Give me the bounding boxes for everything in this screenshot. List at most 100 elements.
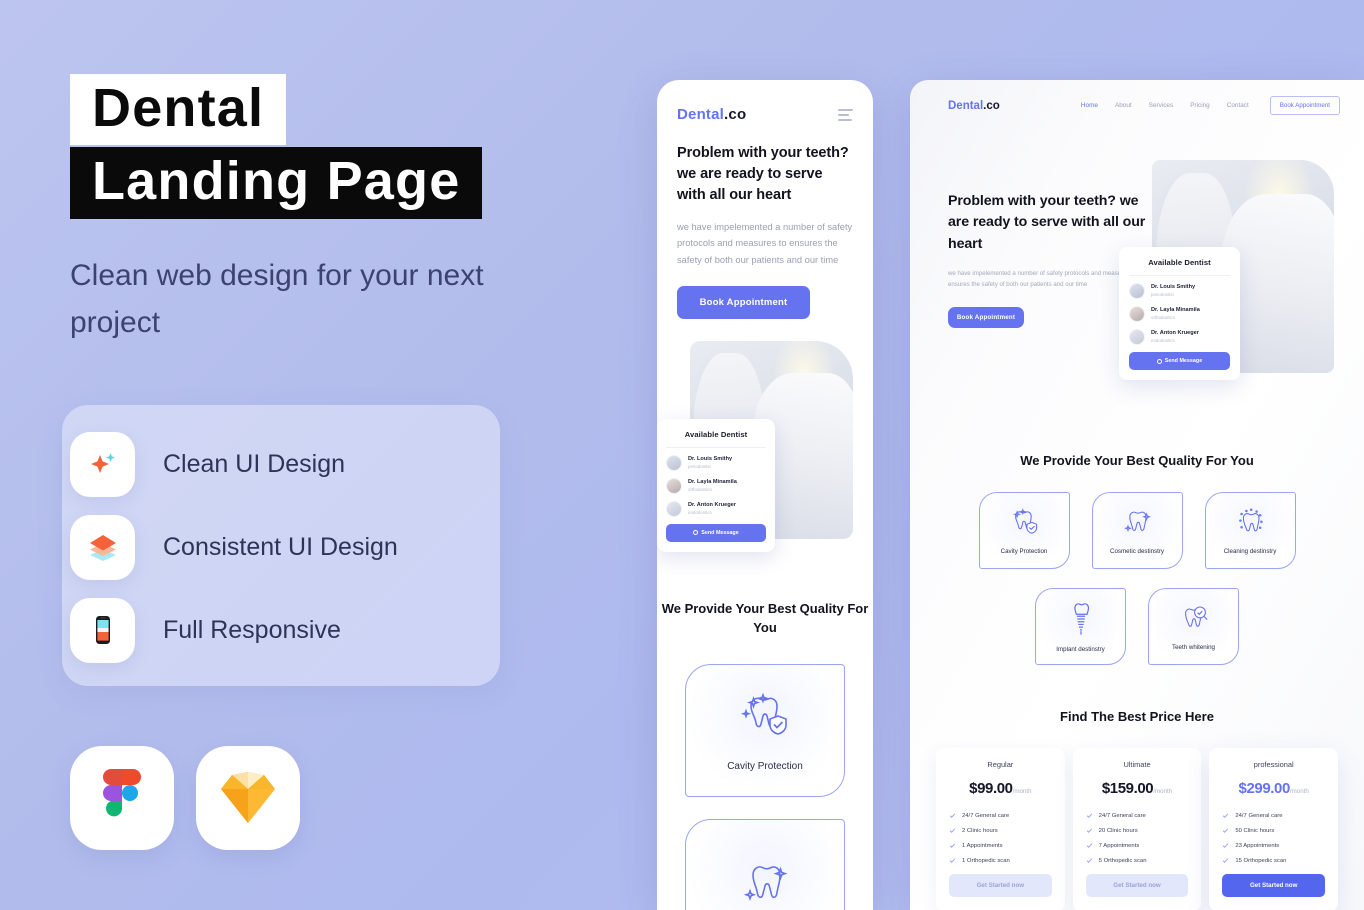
avatar	[1129, 283, 1145, 299]
dentist-name: Dr. Anton Krueger	[688, 501, 736, 508]
dentist-list-item[interactable]: Dr. Anton Krueger endodontics	[666, 500, 766, 517]
plan-feature: 15 Orthopedic scan	[1222, 857, 1325, 864]
plan-features: 24/7 General care 20 Clinic hours 7 Appo…	[1086, 812, 1189, 864]
plan-feature: 5 Orthopedic scan	[1086, 857, 1189, 864]
desktop-hero: Problem with your teeth? we are ready to…	[910, 115, 1364, 445]
check-icon	[949, 858, 956, 863]
check-icon	[1086, 828, 1092, 833]
plan-features: 24/7 General care 50 Clinic hours 23 App…	[1222, 812, 1325, 864]
plan-feature-text: 24/7 General care	[962, 812, 1010, 819]
check-icon	[1223, 813, 1229, 818]
hero-paragraph: we have impelemented a number of safety …	[948, 269, 1137, 289]
tooth-sparkle-icon	[735, 857, 795, 910]
tool-logos	[70, 746, 300, 850]
service-label: Cosmetic destinstry	[1110, 548, 1164, 555]
plan-feature-text: 20 Clinic hours	[1098, 827, 1138, 834]
check-icon	[1223, 828, 1229, 833]
avatar	[666, 500, 682, 517]
plan-features: 24/7 General care 2 Clinic hours 1 Appoi…	[949, 812, 1052, 864]
dentist-list-item[interactable]: Dr. Anton Krueger endodontics	[1129, 329, 1230, 345]
send-message-button[interactable]: Send Message	[1129, 352, 1230, 370]
check-icon	[949, 828, 956, 833]
plan-feature: 1 Appointments	[949, 842, 1052, 849]
book-appointment-button[interactable]: Book Appointment	[948, 307, 1024, 329]
service-card-cavity-protection[interactable]: Cavity Protection	[978, 492, 1070, 569]
brand-logo[interactable]: Dental.co	[677, 106, 746, 123]
plan-name: professional	[1253, 760, 1294, 769]
tooth-magnifier-icon	[1176, 602, 1212, 636]
plan-feature: 7 Appointments	[1086, 842, 1189, 849]
service-card-teeth-whitening[interactable]: Teeth whitening	[1148, 588, 1239, 665]
service-card-cavity-protection[interactable]: Cavity Protection	[685, 663, 845, 797]
plan-feature: 24/7 General care	[1086, 812, 1189, 819]
plan-feature-text: 2 Clinic hours	[962, 827, 998, 834]
plan-feature: 50 Clinic hours	[1222, 827, 1325, 834]
service-card-cosmetic-dentistry[interactable]: Cosmetic destinstry	[1091, 492, 1183, 569]
service-card-implant-dentistry[interactable]: Implant destinstry	[1035, 588, 1126, 665]
plan-price: $99.00/month	[949, 780, 1052, 798]
mobile-services-title: We Provide Your Best Quality For You	[661, 600, 869, 635]
plan-name: Ultimate	[1123, 760, 1151, 769]
book-appointment-button[interactable]: Book Appointment	[677, 285, 810, 319]
dentist-specialty: orthodontics	[1151, 314, 1175, 320]
plan-feature-text: 24/7 General care	[1235, 812, 1283, 819]
layers-icon	[70, 514, 135, 580]
nav-item-contact[interactable]: Contact	[1227, 102, 1249, 109]
brand-part-1: Dental	[677, 106, 725, 123]
desktop-services-title: We Provide Your Best Quality For You	[1020, 453, 1254, 468]
brand-part-1: Dental	[948, 99, 984, 112]
dentist-name: Dr. Anton Krueger	[1151, 330, 1199, 337]
service-card-secondary[interactable]	[685, 818, 845, 910]
plan-period: /month	[1289, 788, 1309, 795]
mobile-hero-copy: Problem with your teeth? we are ready to…	[657, 143, 873, 319]
desktop-navbar: Dental.co Home About Services Pricing Co…	[910, 80, 1364, 115]
tooth-sparkle-icon	[1119, 506, 1155, 540]
plan-amount: $99.00	[969, 780, 1013, 797]
hamburger-menu-icon[interactable]	[838, 108, 853, 121]
promo-title: Dental Landing Page	[70, 74, 483, 220]
dentist-list-item[interactable]: Dr. Layla Minamila orthodontics	[666, 477, 766, 494]
get-started-button[interactable]: Get Started now	[1085, 874, 1189, 897]
pricing-grid: Regular $99.00/month 24/7 General care 2…	[910, 748, 1364, 910]
services-row-2: Implant destinstry Teeth whitening	[910, 588, 1364, 665]
check-icon	[1086, 813, 1092, 818]
dentist-list-item[interactable]: Dr. Layla Minamila orthodontics	[1129, 306, 1230, 322]
dentist-name: Dr. Layla Minamila	[688, 478, 737, 485]
nav-item-pricing[interactable]: Pricing	[1190, 102, 1210, 109]
brand-logo[interactable]: Dental.co	[948, 100, 1000, 112]
feature-item-clean-ui: Clean UI Design	[70, 430, 530, 498]
nav-item-home[interactable]: Home	[1081, 102, 1098, 109]
service-label: Teeth whitening	[1172, 644, 1215, 651]
avatar	[1129, 329, 1145, 345]
get-started-button[interactable]: Get Started now	[1222, 874, 1326, 897]
plan-price: $159.00/month	[1086, 780, 1189, 798]
dentist-specialty: periodontist	[1151, 291, 1174, 297]
hero-heading: Problem with your teeth? we are ready to…	[677, 145, 849, 204]
dentist-list-item[interactable]: Dr. Louis Smithy periodontist	[666, 454, 766, 471]
plan-amount: $159.00	[1101, 780, 1154, 797]
plan-feature-text: 1 Appointments	[962, 842, 1003, 849]
plan-feature-text: 15 Orthopedic scan	[1235, 857, 1287, 864]
feature-label: Full Responsive	[163, 615, 341, 644]
plan-feature: 24/7 General care	[1222, 812, 1325, 819]
nav-item-services[interactable]: Services	[1149, 102, 1174, 109]
figma-logo	[70, 746, 174, 850]
promo-title-line-2: Landing Page	[70, 146, 483, 220]
pricing-title: Find The Best Price Here	[1060, 709, 1214, 724]
pricing-card-ultimate: Ultimate $159.00/month 24/7 General care…	[1072, 748, 1202, 910]
service-label: Implant destinstry	[1056, 646, 1105, 653]
service-card-cleaning-dentistry[interactable]: Cleaning destinstry	[1204, 492, 1296, 569]
nav-book-appointment-button[interactable]: Book Appointment	[1269, 96, 1340, 115]
mobile-mockup: Dental.co Problem with your teeth? we ar…	[657, 80, 873, 910]
mobile-phone-icon	[70, 597, 135, 663]
plan-period: /month	[1012, 788, 1032, 795]
check-icon	[949, 843, 956, 848]
send-message-button[interactable]: Send Message	[666, 523, 766, 542]
plan-feature-text: 7 Appointments	[1098, 842, 1140, 849]
nav-item-about[interactable]: About	[1115, 102, 1132, 109]
get-started-button[interactable]: Get Started now	[949, 874, 1052, 897]
check-icon	[1223, 858, 1229, 863]
sketch-logo	[196, 746, 300, 850]
divider	[666, 446, 766, 448]
dentist-list-item[interactable]: Dr. Louis Smithy periodontist	[1129, 283, 1230, 299]
